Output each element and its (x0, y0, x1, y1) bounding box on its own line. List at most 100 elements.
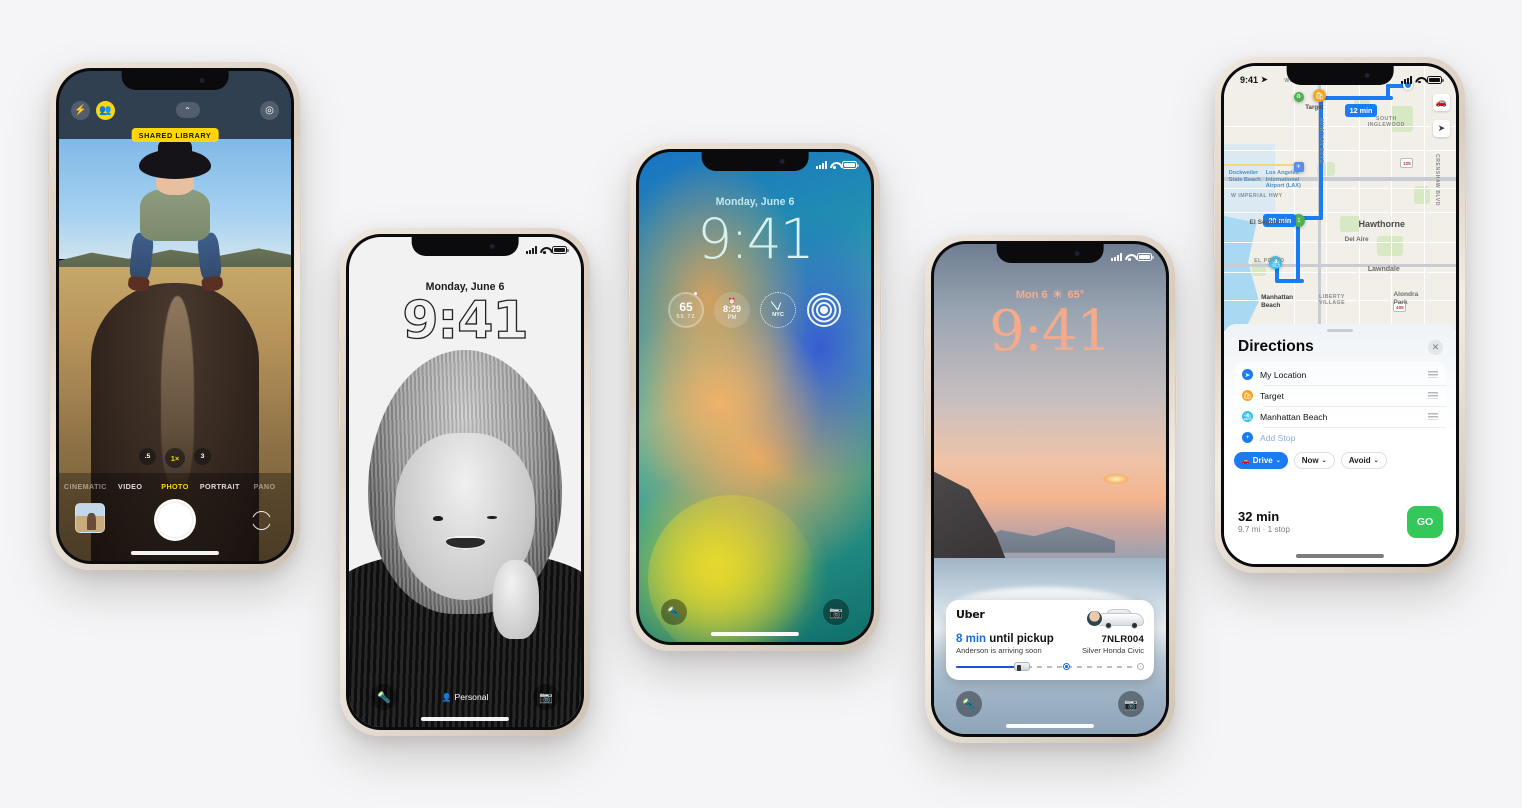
add-stop-button[interactable]: + Add Stop (1234, 427, 1446, 448)
camera-screen: ⚡ 👥 ⌃ ◎ SHARED LIBRARY .5 1× 3 CINEMATIC… (59, 71, 291, 561)
temperature-value: 65 (679, 299, 693, 314)
location-arrow-icon[interactable]: ➤ (1433, 120, 1450, 137)
vehicle-description: Silver Honda Civic (1081, 646, 1144, 655)
list-item-my-location[interactable]: ➤ My Location (1234, 364, 1446, 385)
list-item-target[interactable]: 🛍 Target (1234, 385, 1446, 406)
flashlight-icon[interactable]: 🔦 (956, 691, 982, 717)
list-item-manhattan-beach[interactable]: ⛱ Manhattan Beach (1234, 406, 1446, 427)
sheet-grabber[interactable] (1327, 329, 1353, 332)
reorder-handle[interactable] (1428, 371, 1438, 378)
reorder-handle[interactable] (1428, 392, 1438, 399)
uber-live-activity-card[interactable]: Uber 8 min until pickup 7NLR004 Anderson… (946, 600, 1154, 680)
people-icon[interactable]: 👥 (96, 100, 115, 120)
zoom-button-3x[interactable]: 3 (194, 448, 211, 465)
location-arrow-icon: ➤ (1261, 75, 1268, 84)
mode-photo[interactable]: PHOTO (153, 482, 198, 491)
flip-camera-icon[interactable] (252, 511, 271, 530)
uber-app-name: Uber (956, 608, 985, 621)
map-label-target: Target (1305, 104, 1324, 111)
mode-video[interactable]: VIDEO (108, 482, 153, 491)
map-label-manhattan-beach: Manhattan Beach (1261, 294, 1294, 309)
highway-shield-105: 105 (1400, 158, 1414, 168)
mode-cinematic[interactable]: CINEMATIC (63, 482, 108, 491)
page-title: Directions (1238, 338, 1314, 355)
avoid-label: Avoid (1348, 456, 1371, 465)
vehicle-plate: 7NLR004 (1101, 634, 1144, 645)
flashlight-icon[interactable]: 🔦 (371, 684, 397, 710)
lockscreen-bottom-bar: 🔦 📷 (934, 690, 1166, 718)
home-indicator[interactable] (130, 551, 220, 555)
camera-icon[interactable]: 📷 (1118, 691, 1144, 717)
now-label: Now (1301, 456, 1319, 465)
route-line (1275, 279, 1305, 283)
go-button[interactable]: GO (1407, 506, 1443, 538)
departure-time-button[interactable]: Now ⌄ (1293, 452, 1335, 469)
temperature-range: 55 72 (676, 313, 696, 320)
iphone-bw-lockscreen-device: Monday, June 6 9:41 🔦 👤 Personal 📷 (338, 228, 592, 736)
map-canvas[interactable]: 105 405 🛍 ⛱ 1 ♻ ✈ 12 min 20 min Target S… (1224, 66, 1456, 331)
drive-label: Drive (1252, 456, 1273, 465)
status-badge: SHARED LIBRARY (131, 128, 219, 142)
route-options-row: 🚗 Drive ⌄ Now ⌄ Avoid ⌄ (1234, 452, 1446, 469)
transport-mode-drive-button[interactable]: 🚗 Drive ⌄ (1234, 452, 1288, 469)
avoid-options-button[interactable]: Avoid ⌄ (1340, 452, 1387, 469)
widget-weather-temperature[interactable]: 65 55 72 (668, 291, 704, 328)
map-label-del-aire: Del Aire (1344, 236, 1369, 243)
map-label-aviation-blvd: AVIATION BLVD (1317, 118, 1324, 164)
eta-suffix: until pickup (986, 633, 1054, 645)
flash-icon[interactable]: ⚡ (71, 100, 90, 120)
mode-pano[interactable]: PANO (242, 482, 287, 491)
trip-progress-track (956, 662, 1144, 671)
notch (411, 237, 519, 256)
mode-portrait[interactable]: PORTRAIT (197, 482, 242, 491)
zoom-control-row: .5 1× 3 (59, 448, 291, 468)
widget-alarm[interactable]: ⏰ 8:29 PM (714, 292, 750, 328)
shopping-bag-icon: 🛍 (1242, 390, 1253, 401)
car-icon[interactable]: 🚗 (1433, 94, 1450, 111)
zoom-button-0-5[interactable]: .5 (139, 448, 156, 465)
widget-activity-rings[interactable] (806, 292, 842, 328)
signal-bars-icon (1401, 75, 1412, 84)
focus-status-chip[interactable]: 👤 Personal (442, 692, 489, 702)
last-photo-thumbnail[interactable] (75, 503, 105, 533)
zoom-button-1x[interactable]: 1× (165, 448, 185, 468)
camera-mode-selector[interactable]: CINEMATIC VIDEO PHOTO PORTRAIT PANO (59, 482, 291, 491)
reorder-handle[interactable] (1428, 413, 1438, 420)
driver-status: Anderson is arriving soon (956, 646, 1042, 655)
notch (996, 244, 1104, 263)
iphone-live-activity-device: Mon 6 ☀ 65° 9:41 Uber 8 min until pickup… (923, 235, 1177, 743)
map-label-el-segundo: El Segundo (1249, 219, 1286, 226)
chevron-down-icon: ⌄ (1373, 458, 1379, 464)
home-indicator[interactable] (1005, 724, 1095, 728)
chevron-down-icon: ⌄ (1321, 458, 1327, 464)
lockscreen-clock[interactable]: 9:41 (639, 206, 871, 272)
chevron-up-icon[interactable]: ⌃ (175, 102, 200, 118)
stop-label: My Location (1260, 369, 1307, 380)
car-icon: 🚗 (1241, 457, 1250, 465)
alarm-period: PM (727, 314, 737, 321)
lockscreen-live-activity-screen: Mon 6 ☀ 65° 9:41 Uber 8 min until pickup… (934, 244, 1166, 734)
home-indicator[interactable] (1295, 554, 1385, 558)
battery-icon (552, 246, 569, 254)
wifi-icon (1125, 253, 1134, 261)
home-indicator[interactable] (420, 717, 510, 721)
live-photo-icon[interactable]: ◎ (260, 100, 279, 120)
beach-umbrella-icon: ⛱ (1242, 411, 1253, 422)
shutter-button[interactable] (154, 499, 196, 541)
close-icon[interactable]: ✕ (1428, 340, 1443, 355)
lockscreen-widget-row: 65 55 72 ⏰ 8:29 PM NYC (639, 291, 871, 328)
camera-icon[interactable]: 📷 (823, 599, 849, 625)
lockscreen-clock[interactable]: 9:41 (349, 292, 581, 351)
camera-icon[interactable]: 📷 (532, 684, 559, 710)
home-indicator[interactable] (710, 632, 800, 636)
lockscreen-clock[interactable]: 9:41 (934, 298, 1166, 365)
flashlight-icon[interactable]: 🔦 (661, 599, 687, 625)
focus-label: Personal (454, 692, 489, 702)
sun-glow (1102, 474, 1129, 485)
map-pin-target[interactable]: 🛍 (1313, 89, 1327, 102)
lockscreen-bottom-bar: 🔦 👤 Personal 📷 (349, 683, 581, 711)
map-poi-marker: ♻ (1293, 92, 1304, 102)
car-progress-icon (1014, 662, 1031, 671)
notch (701, 152, 809, 171)
widget-world-clock[interactable]: NYC (760, 292, 796, 328)
